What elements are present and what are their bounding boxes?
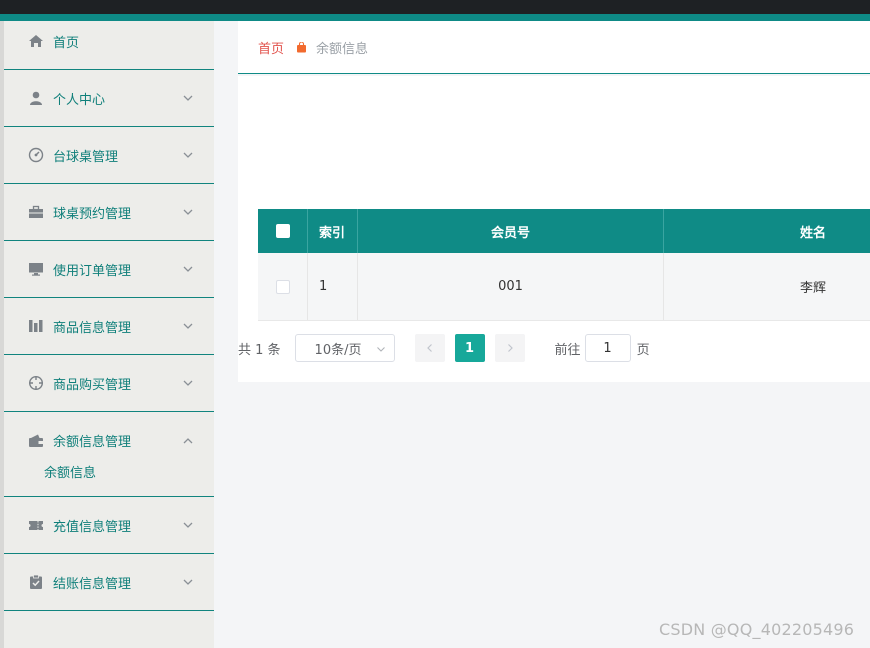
- header-checkbox-cell: [258, 209, 308, 253]
- crosshair-icon: [28, 375, 44, 391]
- briefcase-icon: [28, 204, 44, 220]
- chevron-left-icon: [426, 344, 432, 352]
- goto-label: 前往: [554, 342, 581, 358]
- sidebar-item-label: 首页: [53, 35, 80, 51]
- table-header: 索引 会员号 姓名: [258, 209, 870, 253]
- chevron-down-icon: [183, 579, 193, 585]
- sidebar-item-personal-center[interactable]: 个人中心: [4, 70, 214, 127]
- select-all-checkbox[interactable]: [275, 224, 290, 238]
- sidebar-subitem-balance-info[interactable]: 余额信息: [4, 447, 214, 497]
- chevron-down-icon: [183, 152, 193, 158]
- breadcrumb: 首页 余额信息: [238, 21, 870, 74]
- row-checkbox-cell: [258, 253, 308, 320]
- chevron-down-icon: [376, 347, 385, 352]
- header-index: 索引: [308, 209, 358, 253]
- sidebar-item-product-purchase-management[interactable]: 商品购买管理: [4, 355, 214, 412]
- chevron-up-icon: [183, 437, 193, 443]
- chevron-down-icon: [183, 209, 193, 215]
- clipboard-icon: [28, 574, 44, 590]
- watermark: CSDN @QQ_402205496: [659, 620, 855, 639]
- chevron-down-icon: [183, 323, 193, 329]
- chevron-down-icon: [183, 266, 193, 272]
- sidebar-item-table-management[interactable]: 台球桌管理: [4, 127, 214, 184]
- page-size-value: 10条/页: [314, 342, 362, 358]
- goto-suffix: 页: [636, 342, 650, 358]
- columns-icon: [28, 318, 44, 334]
- cell-member-no: 001: [358, 253, 664, 320]
- pagination-total: 共 1 条: [238, 342, 281, 358]
- sidebar-item-label: 台球桌管理: [53, 149, 119, 165]
- sidebar-item-label: 充值信息管理: [53, 519, 132, 535]
- page-size-select[interactable]: 10条/页: [294, 334, 395, 362]
- chevron-right-icon: [507, 344, 513, 352]
- sidebar-item-label: 球桌预约管理: [53, 206, 132, 222]
- sidebar-item-home[interactable]: 首页: [4, 13, 214, 70]
- sidebar-item-label: 个人中心: [53, 92, 106, 108]
- sidebar-item-recharge-management[interactable]: 充值信息管理: [4, 497, 214, 554]
- ticket-icon: [28, 517, 44, 533]
- breadcrumb-home[interactable]: 首页: [258, 38, 284, 57]
- next-page-button[interactable]: [494, 334, 525, 362]
- chevron-down-icon: [183, 95, 193, 101]
- table-row[interactable]: 1 001 李辉: [258, 253, 870, 321]
- chevron-down-icon: [183, 380, 193, 386]
- sidebar-item-label: 商品信息管理: [53, 320, 132, 336]
- pagination: 共 1 条 10条/页 1 前往 1 页: [238, 333, 650, 363]
- sidebar-item-label: 结账信息管理: [53, 576, 132, 592]
- sidebar-subitem-label: 余额信息: [44, 466, 97, 481]
- bag-icon: [296, 41, 307, 53]
- data-table: 索引 会员号 姓名 1 001 李辉: [258, 209, 870, 321]
- sidebar-item-reservation-management[interactable]: 球桌预约管理: [4, 184, 214, 241]
- page-number-current[interactable]: 1: [454, 334, 485, 362]
- row-checkbox[interactable]: [275, 279, 290, 294]
- cell-name: 李辉: [799, 281, 826, 296]
- header-name: 姓名: [799, 225, 826, 241]
- monitor-icon: [28, 261, 44, 277]
- breadcrumb-current: 余额信息: [316, 41, 369, 57]
- chevron-down-icon: [183, 522, 193, 528]
- sidebar-item-label: 商品购买管理: [53, 377, 132, 393]
- top-bar: [0, 0, 870, 14]
- sidebar-item-product-info-management[interactable]: 商品信息管理: [4, 298, 214, 355]
- goto-page-input[interactable]: 1: [584, 334, 631, 362]
- home-icon: [28, 33, 44, 49]
- user-icon: [28, 90, 44, 106]
- sidebar-item-order-management[interactable]: 使用订单管理: [4, 241, 214, 298]
- main-content: 首页 余额信息 索引 会员号 姓名 1 001 李辉 共 1 条 10条/页 1…: [214, 21, 870, 648]
- header-member-no: 会员号: [358, 209, 664, 253]
- cell-index: 1: [308, 253, 358, 320]
- sidebar-item-label: 使用订单管理: [53, 263, 132, 279]
- sidebar-item-checkout-management[interactable]: 结账信息管理: [4, 554, 214, 611]
- prev-page-button[interactable]: [414, 334, 445, 362]
- dashboard-icon: [28, 147, 44, 163]
